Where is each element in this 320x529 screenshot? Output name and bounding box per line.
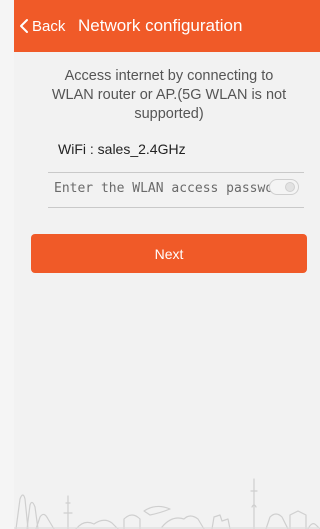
- chevron-left-icon: [18, 18, 30, 34]
- next-button[interactable]: Next: [31, 234, 307, 273]
- page-title: Network configuration: [78, 16, 243, 35]
- wifi-ssid-label: WiFi : sales_2.4GHz: [58, 141, 186, 157]
- back-label: Back: [32, 17, 66, 35]
- back-button[interactable]: Back: [18, 0, 65, 52]
- toggle-knob: [285, 182, 295, 192]
- app-screen: Back Network configuration Access intern…: [14, 0, 320, 529]
- password-underline: [48, 207, 304, 208]
- divider: [48, 172, 304, 173]
- wlan-password-input[interactable]: [54, 176, 272, 200]
- header-bar: Back Network configuration: [14, 0, 320, 52]
- show-password-toggle[interactable]: [269, 179, 299, 195]
- city-skyline-illustration: [14, 478, 320, 529]
- instructions-text: Access internet by connecting to WLAN ro…: [51, 68, 287, 122]
